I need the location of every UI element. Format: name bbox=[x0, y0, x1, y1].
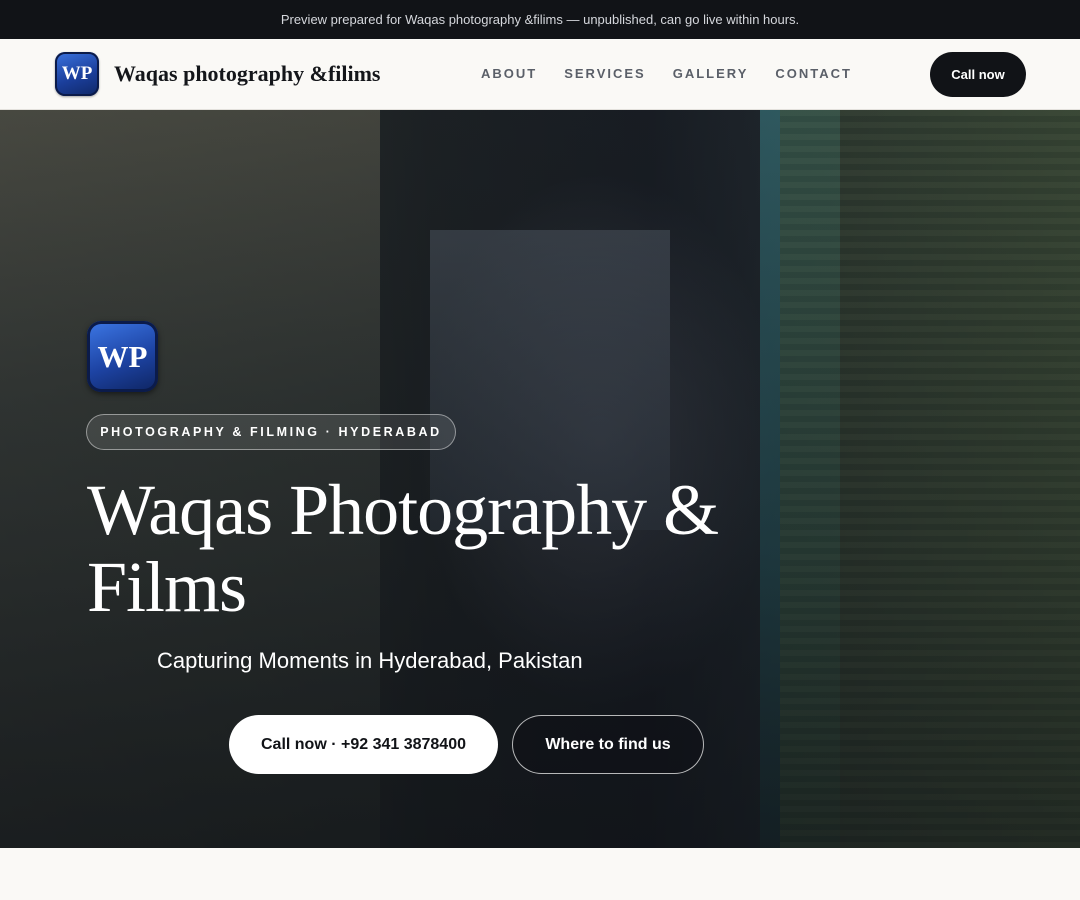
call-phone-button[interactable]: Call now · +92 341 3878400 bbox=[229, 715, 498, 774]
hero-tagline: PHOTOGRAPHY & FILMING · HYDERABAD bbox=[86, 414, 456, 450]
preview-banner-text: Preview prepared for Waqas photography &… bbox=[280, 12, 800, 27]
nav-contact-link[interactable]: CONTACT bbox=[775, 66, 852, 81]
hero-logo: WP bbox=[87, 321, 158, 392]
nav-services-link[interactable]: SERVICES bbox=[564, 66, 646, 81]
find-us-button[interactable]: Where to find us bbox=[512, 715, 704, 774]
hero-section: WP PHOTOGRAPHY & FILMING · HYDERABAD Waq… bbox=[0, 110, 1080, 848]
nav-about-link[interactable]: ABOUT bbox=[481, 66, 537, 81]
header-call-button[interactable]: Call now bbox=[930, 52, 1026, 97]
hero-subtitle: Capturing Moments in Hyderabad, Pakistan bbox=[157, 648, 583, 673]
main-nav: ABOUT SERVICES GALLERY CONTACT bbox=[481, 66, 852, 81]
site-header: WP Waqas photography &filims ABOUT SERVI… bbox=[0, 39, 1080, 110]
brand-logo[interactable]: WP bbox=[55, 52, 99, 96]
brand-name[interactable]: Waqas photography &filims bbox=[114, 61, 381, 87]
nav-gallery-link[interactable]: GALLERY bbox=[673, 66, 749, 81]
hero-title: Waqas Photography & Films bbox=[87, 470, 719, 627]
preview-banner: Preview prepared for Waqas photography &… bbox=[0, 0, 1080, 39]
